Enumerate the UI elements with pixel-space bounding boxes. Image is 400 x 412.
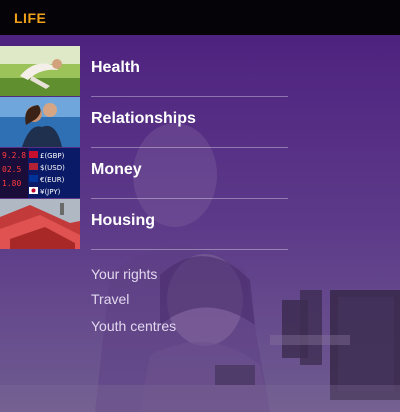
menu-item-housing[interactable]: Housing (0, 199, 288, 250)
menu-item-label: Relationships (91, 110, 196, 127)
content-area: Health Relationships 9.2.8 02.5 1.80 £(G… (0, 35, 400, 412)
menu-item-health[interactable]: Health (0, 46, 288, 97)
link-your-rights[interactable]: Your rights (91, 266, 157, 282)
divider (91, 249, 288, 250)
currency-board-icon: 9.2.8 02.5 1.80 £(GBP) $(USD) €(EUR) ¥(J… (0, 148, 80, 198)
svg-text:1.80: 1.80 (2, 179, 21, 188)
svg-text:£(GBP): £(GBP) (40, 152, 65, 160)
rooftops-icon (0, 199, 80, 249)
menu-item-relationships[interactable]: Relationships (0, 97, 288, 148)
link-youth-centres[interactable]: Youth centres (91, 318, 176, 334)
svg-text:$(USD): $(USD) (40, 164, 65, 172)
svg-text:¥(JPY): ¥(JPY) (40, 188, 61, 196)
svg-text:9.2.8: 9.2.8 (2, 151, 26, 160)
person-stretching-icon (0, 46, 80, 96)
link-travel[interactable]: Travel (91, 291, 129, 307)
top-bar: LIFE (0, 0, 400, 35)
menu-item-money[interactable]: 9.2.8 02.5 1.80 £(GBP) $(USD) €(EUR) ¥(J… (0, 148, 288, 199)
svg-text:02.5: 02.5 (2, 165, 21, 174)
couple-icon (0, 97, 80, 147)
svg-text:€(EUR): €(EUR) (40, 176, 65, 184)
section-title: LIFE (14, 10, 47, 26)
menu-item-label: Money (91, 161, 142, 178)
menu-item-label: Housing (91, 212, 155, 229)
menu-item-label: Health (91, 59, 140, 76)
